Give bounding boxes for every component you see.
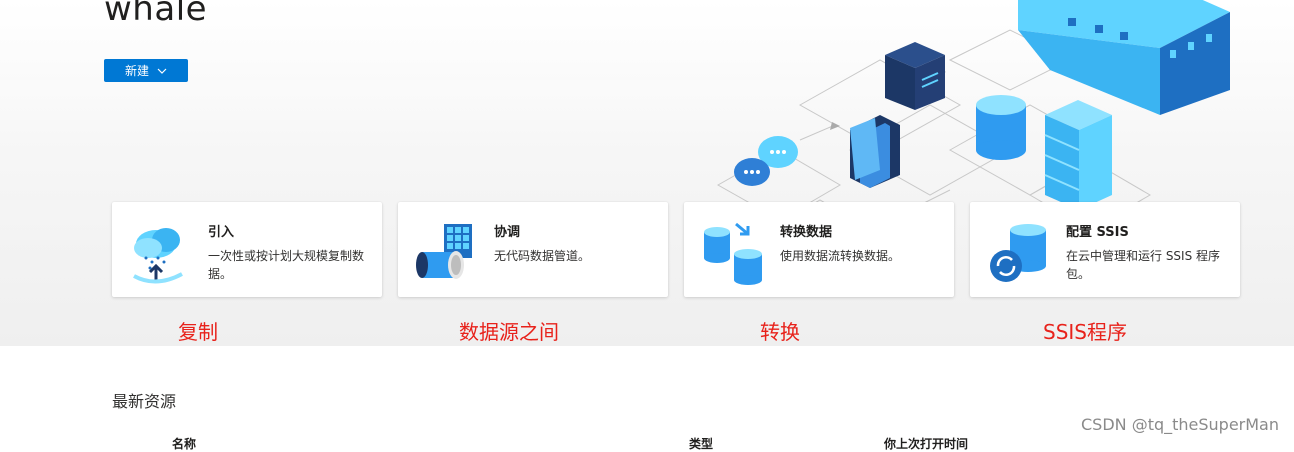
card-title: 协调: [494, 225, 521, 240]
annotation-ssis: SSIS程序: [1043, 320, 1127, 344]
card-ingest[interactable]: 引入 一次性或按计划大规模复制数据。: [112, 202, 382, 297]
card-configure-ssis[interactable]: 配置 SSIS 在云中管理和运行 SSIS 程序包。: [970, 202, 1240, 297]
card-title: 配置 SSIS: [1066, 225, 1129, 240]
card-description: 使用数据流转换数据。: [780, 249, 901, 263]
recent-resources-title: 最新资源: [112, 392, 177, 411]
new-dropdown-button[interactable]: 新建: [104, 59, 188, 82]
annotation-copy: 复制: [178, 320, 218, 344]
hero-banner: whale 新建 引入 一次性或按计划大规模复制数据。 协调 无代码数据管道。 …: [0, 0, 1294, 346]
annotation-transform: 转换: [760, 320, 800, 344]
card-orchestrate[interactable]: 协调 无代码数据管道。: [398, 202, 668, 297]
annotation-between-sources: 数据源之间: [459, 320, 559, 344]
pipeline-icon: [416, 224, 472, 279]
page-title: whale: [104, 0, 208, 29]
watermark: CSDN @tq_theSuperMan: [1080, 415, 1279, 434]
column-header-name[interactable]: 名称: [172, 435, 196, 452]
column-header-last-opened[interactable]: 你上次打开时间: [884, 435, 968, 452]
transform-data-icon: [704, 222, 762, 285]
card-description: 一次性或按计划大规模复制数据。: [208, 249, 365, 281]
new-button-label: 新建: [124, 64, 149, 78]
column-header-type[interactable]: 类型: [689, 435, 713, 452]
card-title: 转换数据: [780, 225, 833, 240]
ssis-icon: [990, 224, 1046, 282]
cloud-upload-icon: [133, 228, 183, 284]
chevron-down-icon: [157, 68, 167, 74]
card-description: 在云中管理和运行 SSIS 程序包。: [1066, 249, 1221, 281]
card-description: 无代码数据管道。: [494, 249, 591, 263]
card-transform-data[interactable]: 转换数据 使用数据流转换数据。: [684, 202, 954, 297]
card-title: 引入: [208, 225, 235, 240]
